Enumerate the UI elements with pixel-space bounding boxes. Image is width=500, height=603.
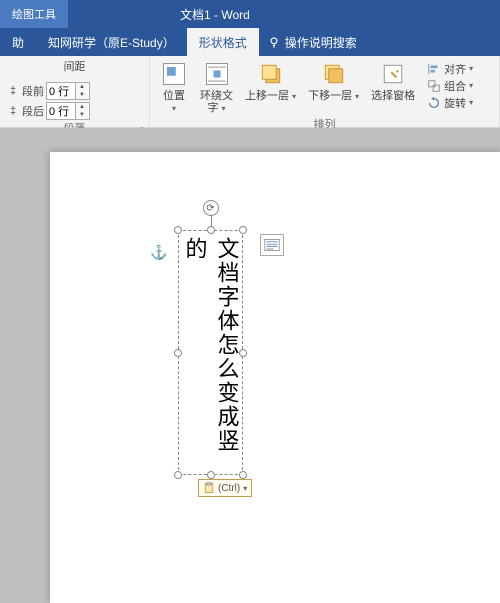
spacing-after-row: ‡ 段后 ▲▼ xyxy=(6,102,143,120)
wrap-text-button[interactable]: 环绕文 字 ▾ xyxy=(196,58,237,116)
resize-handle-tm[interactable] xyxy=(207,226,215,234)
bring-forward-button[interactable]: 上移一层 ▾ xyxy=(241,58,300,104)
spacing-before-input[interactable] xyxy=(47,85,75,97)
spacing-header: 间距 xyxy=(6,58,143,76)
rotate-icon xyxy=(427,96,441,110)
clipboard-icon xyxy=(203,482,215,494)
spacing-before-row: ‡ 段前 ▲▼ xyxy=(6,82,143,100)
resize-handle-bl[interactable] xyxy=(174,471,182,479)
layout-options-icon xyxy=(264,238,280,252)
textbox[interactable]: 文档字体怎么变成竖的 xyxy=(178,230,243,475)
align-icon xyxy=(427,62,441,76)
ribbon-tabs: 助 知网研学（原E-Study） 形状格式 操作说明搜索 xyxy=(0,28,500,56)
tab-estudy[interactable]: 知网研学（原E-Study） xyxy=(36,28,187,56)
group-icon xyxy=(427,79,441,93)
position-icon xyxy=(160,60,188,88)
spacing-after-label: 段后 xyxy=(22,103,44,119)
group-paragraph: 间距 ‡ 段前 ▲▼ ‡ 段后 ▲▼ xyxy=(0,56,150,127)
spacing-before-spinner[interactable]: ▲▼ xyxy=(46,82,90,100)
chevron-down-icon: ▾ xyxy=(243,484,247,493)
spin-up-icon[interactable]: ▲ xyxy=(76,103,88,111)
ctrl-label: (Ctrl) xyxy=(218,483,240,494)
spacing-after-input[interactable] xyxy=(47,105,75,117)
paste-options-button[interactable]: (Ctrl) ▾ xyxy=(198,479,252,497)
wrap-text-icon xyxy=(203,60,231,88)
group-arrange: 位置▾ 环绕文 字 ▾ 上移一层 ▾ 下移一层 ▾ 选择窗格 对 xyxy=(150,56,500,127)
resize-handle-mr[interactable] xyxy=(239,349,247,357)
page[interactable]: ⚓ 文档字体怎么变成竖的 (Ctrl) ▾ xyxy=(50,152,500,603)
rotate-button[interactable]: 旋转 ▾ xyxy=(423,94,477,111)
spacing-after-spinner[interactable]: ▲▼ xyxy=(46,102,90,120)
textbox-selection[interactable]: 文档字体怎么变成竖的 xyxy=(178,230,243,475)
selection-pane-button[interactable]: 选择窗格 xyxy=(367,58,419,104)
spacing-after-icon: ‡ xyxy=(6,104,20,118)
tab-shape-format[interactable]: 形状格式 xyxy=(187,28,259,56)
spin-down-icon[interactable]: ▼ xyxy=(76,111,88,119)
tell-me-label: 操作说明搜索 xyxy=(285,34,357,51)
resize-handle-tl[interactable] xyxy=(174,226,182,234)
align-button[interactable]: 对齐 ▾ xyxy=(423,60,477,77)
send-backward-button[interactable]: 下移一层 ▾ xyxy=(304,58,363,104)
position-button[interactable]: 位置▾ xyxy=(156,58,192,116)
group-objects-button[interactable]: 组合 ▾ xyxy=(423,77,477,94)
resize-handle-ml[interactable] xyxy=(174,349,182,357)
spacing-before-label: 段前 xyxy=(22,83,44,99)
resize-handle-bm[interactable] xyxy=(207,471,215,479)
document-title: 文档1 - Word xyxy=(168,0,262,28)
bring-forward-icon xyxy=(257,60,285,88)
layout-options-button[interactable] xyxy=(260,234,284,256)
textbox-content[interactable]: 文档字体怎么变成竖的 xyxy=(179,237,243,474)
lightbulb-icon xyxy=(267,35,281,49)
title-bar: 绘图工具 文档1 - Word xyxy=(0,0,500,28)
rotate-handle[interactable] xyxy=(203,200,219,216)
selection-pane-icon xyxy=(379,60,407,88)
spin-up-icon[interactable]: ▲ xyxy=(76,83,88,91)
ribbon: 间距 ‡ 段前 ▲▼ ‡ 段后 ▲▼ xyxy=(0,56,500,128)
spin-down-icon[interactable]: ▼ xyxy=(76,91,88,99)
anchor-icon[interactable]: ⚓ xyxy=(150,244,167,261)
tab-help[interactable]: 助 xyxy=(0,28,36,56)
send-backward-icon xyxy=(320,60,348,88)
tell-me-search[interactable]: 操作说明搜索 xyxy=(267,34,357,51)
resize-handle-br[interactable] xyxy=(239,471,247,479)
resize-handle-tr[interactable] xyxy=(239,226,247,234)
spacing-before-icon: ‡ xyxy=(6,84,20,98)
document-area[interactable]: ⚓ 文档字体怎么变成竖的 (Ctrl) ▾ xyxy=(0,128,500,603)
contextual-tools-label: 绘图工具 xyxy=(0,0,68,28)
